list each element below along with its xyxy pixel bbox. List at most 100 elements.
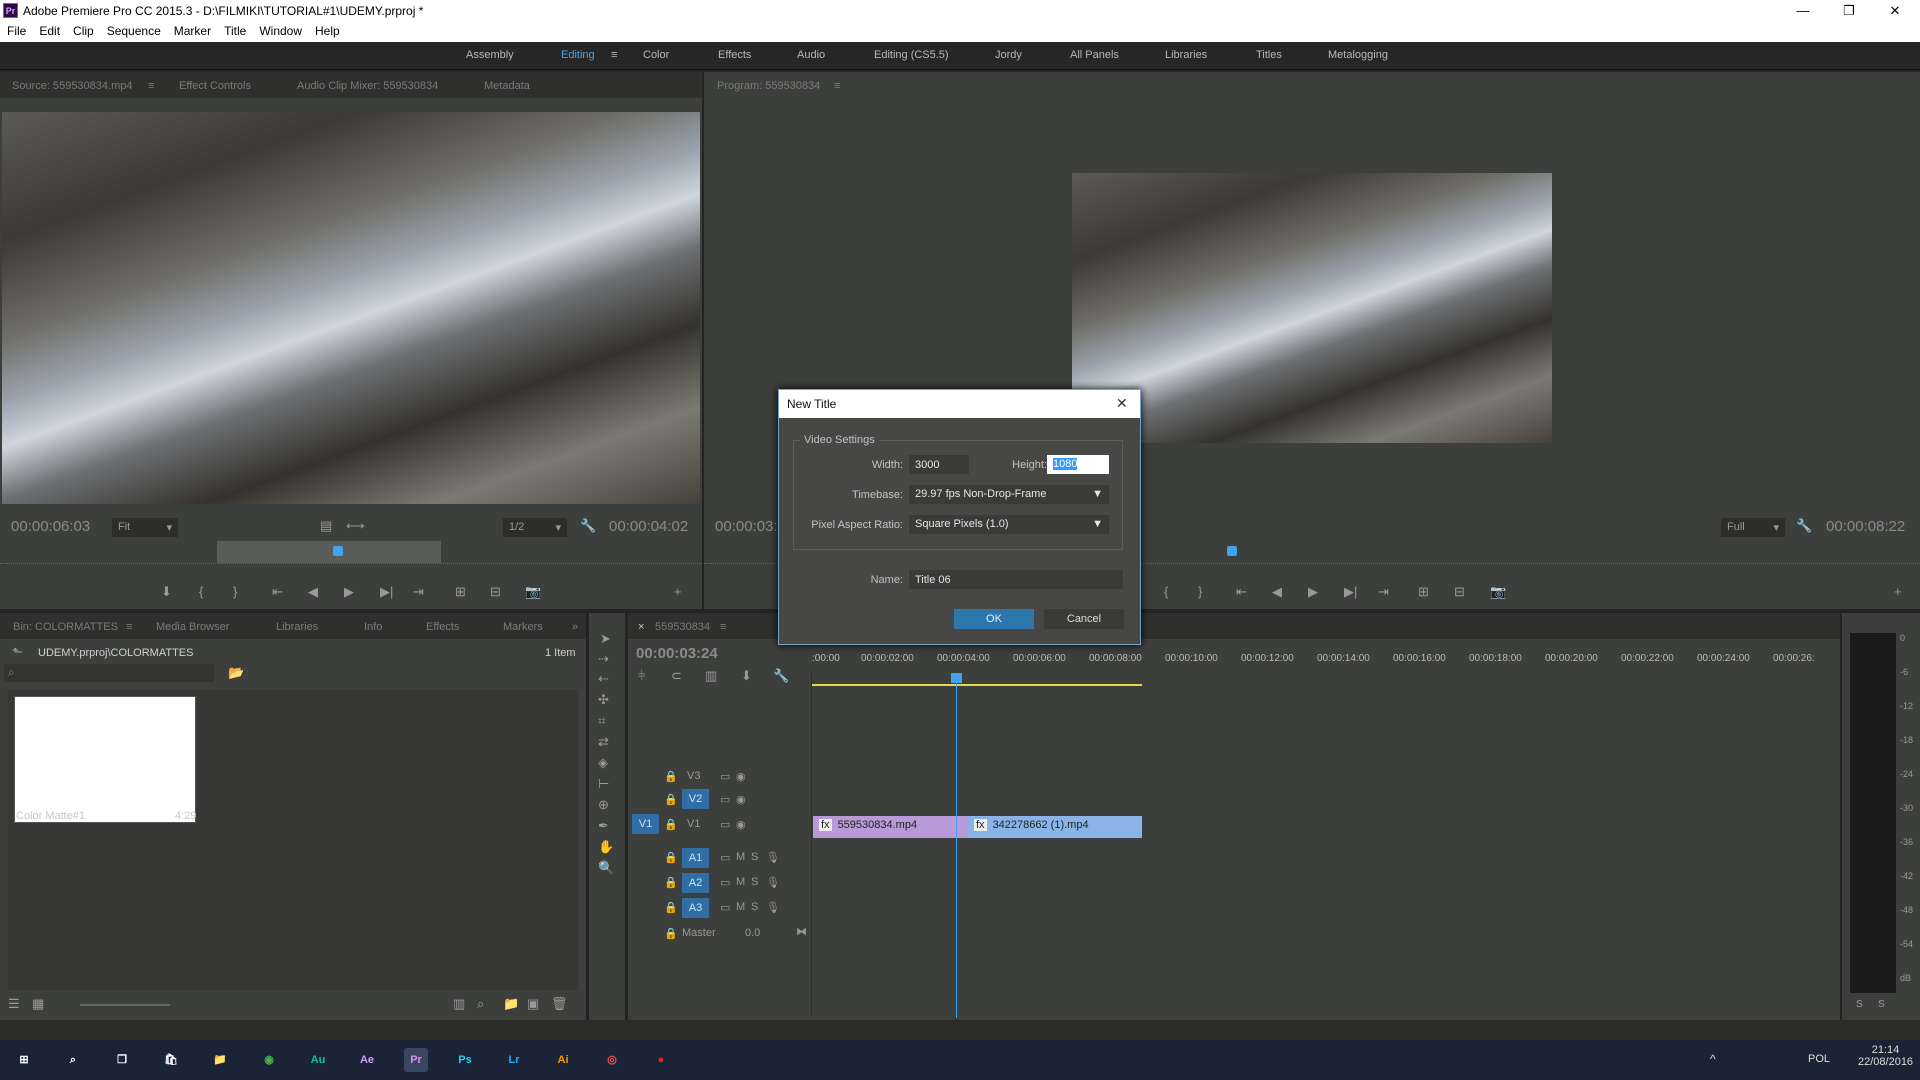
close-window-button[interactable]: ✕ xyxy=(1872,0,1918,22)
mark-in-icon[interactable]: { xyxy=(199,584,203,599)
export-frame-icon[interactable]: 📷 xyxy=(525,584,541,600)
new-bin-icon[interactable]: 📁 xyxy=(503,996,519,1012)
toggle-sync-icon[interactable]: ▭ xyxy=(720,851,730,864)
wrench-icon[interactable]: 🔧 xyxy=(580,518,596,534)
tab-info[interactable]: Info xyxy=(364,621,382,633)
taskbar-task-view-icon[interactable]: ❐ xyxy=(110,1048,134,1072)
taskbar-search-icon[interactable]: ⌕ xyxy=(61,1048,85,1072)
microphone-icon[interactable]: 🎙 xyxy=(766,851,780,864)
solo-left-button[interactable]: S xyxy=(1856,999,1863,1010)
eye-icon[interactable]: ◉ xyxy=(736,818,746,831)
clip-342278662[interactable]: fx 342278662 (1).mp4 xyxy=(968,816,1142,838)
track-label-a2[interactable]: A2 xyxy=(682,873,709,893)
height-field[interactable]: 1080 xyxy=(1047,455,1109,474)
menu-edit[interactable]: Edit xyxy=(32,22,66,38)
name-field[interactable] xyxy=(909,570,1123,589)
menu-title[interactable]: Title xyxy=(217,22,252,38)
add-button-icon[interactable]: + xyxy=(1894,584,1902,599)
menu-sequence[interactable]: Sequence xyxy=(100,22,167,38)
color-matte-thumbnail[interactable] xyxy=(14,696,196,823)
hand-tool-icon[interactable]: ✋ xyxy=(598,839,614,855)
source-in-out-range[interactable] xyxy=(217,541,441,563)
solo-button[interactable]: S xyxy=(751,901,758,913)
taskbar-record-icon[interactable]: ● xyxy=(649,1048,673,1072)
tab-menu-icon[interactable]: ≡ xyxy=(720,621,726,633)
program-zoom-dropdown[interactable]: Full ▾ xyxy=(1721,518,1785,537)
timeline-playhead-line[interactable] xyxy=(956,673,957,1018)
language-indicator[interactable]: POL xyxy=(1808,1053,1830,1065)
find-icon[interactable]: ⌕ xyxy=(477,996,484,1012)
track-label-a3[interactable]: A3 xyxy=(682,898,709,918)
wrench-icon[interactable]: 🔧 xyxy=(1796,518,1812,534)
track-label-v1[interactable]: V1 xyxy=(687,818,700,830)
solo-button[interactable]: S xyxy=(751,876,758,888)
work-area-bar[interactable] xyxy=(812,684,1142,686)
timebase-dropdown[interactable]: 29.97 fps Non-Drop-Frame ▼ xyxy=(909,485,1109,504)
bin-item-name[interactable]: Color Matte#1 xyxy=(16,810,85,822)
export-frame-icon[interactable]: 📷 xyxy=(1490,584,1506,600)
toggle-sync-icon[interactable]: ▭ xyxy=(720,793,730,806)
step-back-icon[interactable]: ◀ xyxy=(308,584,318,600)
workspace-editing-cs55[interactable]: Editing (CS5.5) xyxy=(874,49,949,61)
toggle-sync-icon[interactable]: ▭ xyxy=(720,770,730,783)
taskbar-after-effects-icon[interactable]: Ae xyxy=(355,1048,379,1072)
mute-button[interactable]: M xyxy=(736,876,745,888)
new-item-icon[interactable]: ▣ xyxy=(527,996,539,1012)
workspace-editing[interactable]: Editing xyxy=(561,49,595,61)
tab-menu-icon[interactable]: ≡ xyxy=(834,80,840,92)
menu-clip[interactable]: Clip xyxy=(66,22,100,38)
clip-559530834[interactable]: fx 559530834.mp4 xyxy=(813,816,968,838)
icon-view-icon[interactable]: ▦ xyxy=(32,996,44,1012)
tab-media-browser[interactable]: Media Browser xyxy=(156,621,229,633)
menu-marker[interactable]: Marker xyxy=(167,22,217,38)
taskbar-start-icon[interactable]: ⊞ xyxy=(12,1048,36,1072)
step-back-icon[interactable]: ◀ xyxy=(1272,584,1282,600)
tab-audio-clip-mixer[interactable]: Audio Clip Mixer: 559530834 xyxy=(297,80,438,92)
taskbar-chrome-icon[interactable]: ◉ xyxy=(257,1048,281,1072)
taskbar-photoshop-icon[interactable]: Ps xyxy=(453,1048,477,1072)
tab-effects[interactable]: Effects xyxy=(426,621,459,633)
microphone-icon[interactable]: 🎙 xyxy=(766,876,780,889)
source-patch-v1[interactable]: V1 xyxy=(632,814,659,834)
tab-effect-controls[interactable]: Effect Controls xyxy=(179,80,251,92)
lock-icon[interactable]: 🔒 xyxy=(664,793,678,806)
new-search-bin-icon[interactable]: 📂 xyxy=(228,665,244,681)
tabs-overflow-icon[interactable]: » xyxy=(572,621,578,633)
mark-in-icon[interactable]: { xyxy=(1164,584,1168,599)
pen-tool-icon[interactable]: ✒ xyxy=(598,818,609,834)
selection-tool-icon[interactable]: ➤ xyxy=(600,631,611,647)
drag-audio-only-icon[interactable]: ⟷ xyxy=(346,518,365,534)
workspace-metalogging[interactable]: Metalogging xyxy=(1328,49,1388,61)
ok-button[interactable]: OK xyxy=(954,609,1034,629)
menu-file[interactable]: File xyxy=(0,22,32,38)
ripple-edit-icon[interactable]: ✣ xyxy=(598,692,609,708)
tab-program[interactable]: Program: 559530834 xyxy=(717,80,820,92)
timeline-playhead[interactable] xyxy=(951,673,962,683)
menu-window[interactable]: Window xyxy=(252,22,308,38)
overwrite-icon[interactable]: ⊟ xyxy=(490,584,501,600)
tab-libraries[interactable]: Libraries xyxy=(276,621,318,633)
solo-button[interactable]: S xyxy=(751,851,758,863)
workspace-all-panels[interactable]: All Panels xyxy=(1070,49,1119,61)
microphone-icon[interactable]: 🎙 xyxy=(766,901,780,914)
taskbar-premiere-icon[interactable]: Pr xyxy=(404,1048,428,1072)
lock-icon[interactable]: 🔒 xyxy=(664,901,678,914)
pixel-aspect-ratio-dropdown[interactable]: Square Pixels (1.0) ▼ xyxy=(909,515,1109,534)
workspace-assembly[interactable]: Assembly xyxy=(466,49,514,61)
taskbar-explorer-icon[interactable]: 📁 xyxy=(208,1048,232,1072)
workspace-audio[interactable]: Audio xyxy=(797,49,825,61)
source-zoom-dropdown[interactable]: Fit ▾ xyxy=(112,518,178,537)
slide-tool-icon[interactable]: ⊕ xyxy=(598,797,609,813)
eye-icon[interactable]: ◉ xyxy=(736,770,746,783)
step-forward-icon[interactable]: ▶| xyxy=(380,584,393,600)
lift-icon[interactable]: ⊞ xyxy=(1418,584,1429,600)
parent-bin-icon[interactable]: ⬑ xyxy=(12,644,23,660)
program-timecode-current[interactable]: 00:00:03: xyxy=(715,518,778,535)
slip-tool-icon[interactable]: ⊢ xyxy=(598,776,609,792)
nest-icon[interactable]: ⫩ xyxy=(638,668,645,684)
list-view-icon[interactable]: ☰ xyxy=(8,996,20,1012)
toggle-sync-icon[interactable]: ▭ xyxy=(720,876,730,889)
zoom-slider[interactable] xyxy=(80,1004,170,1006)
insert-icon[interactable]: ⊞ xyxy=(455,584,466,600)
solo-right-button[interactable]: S xyxy=(1878,999,1885,1010)
